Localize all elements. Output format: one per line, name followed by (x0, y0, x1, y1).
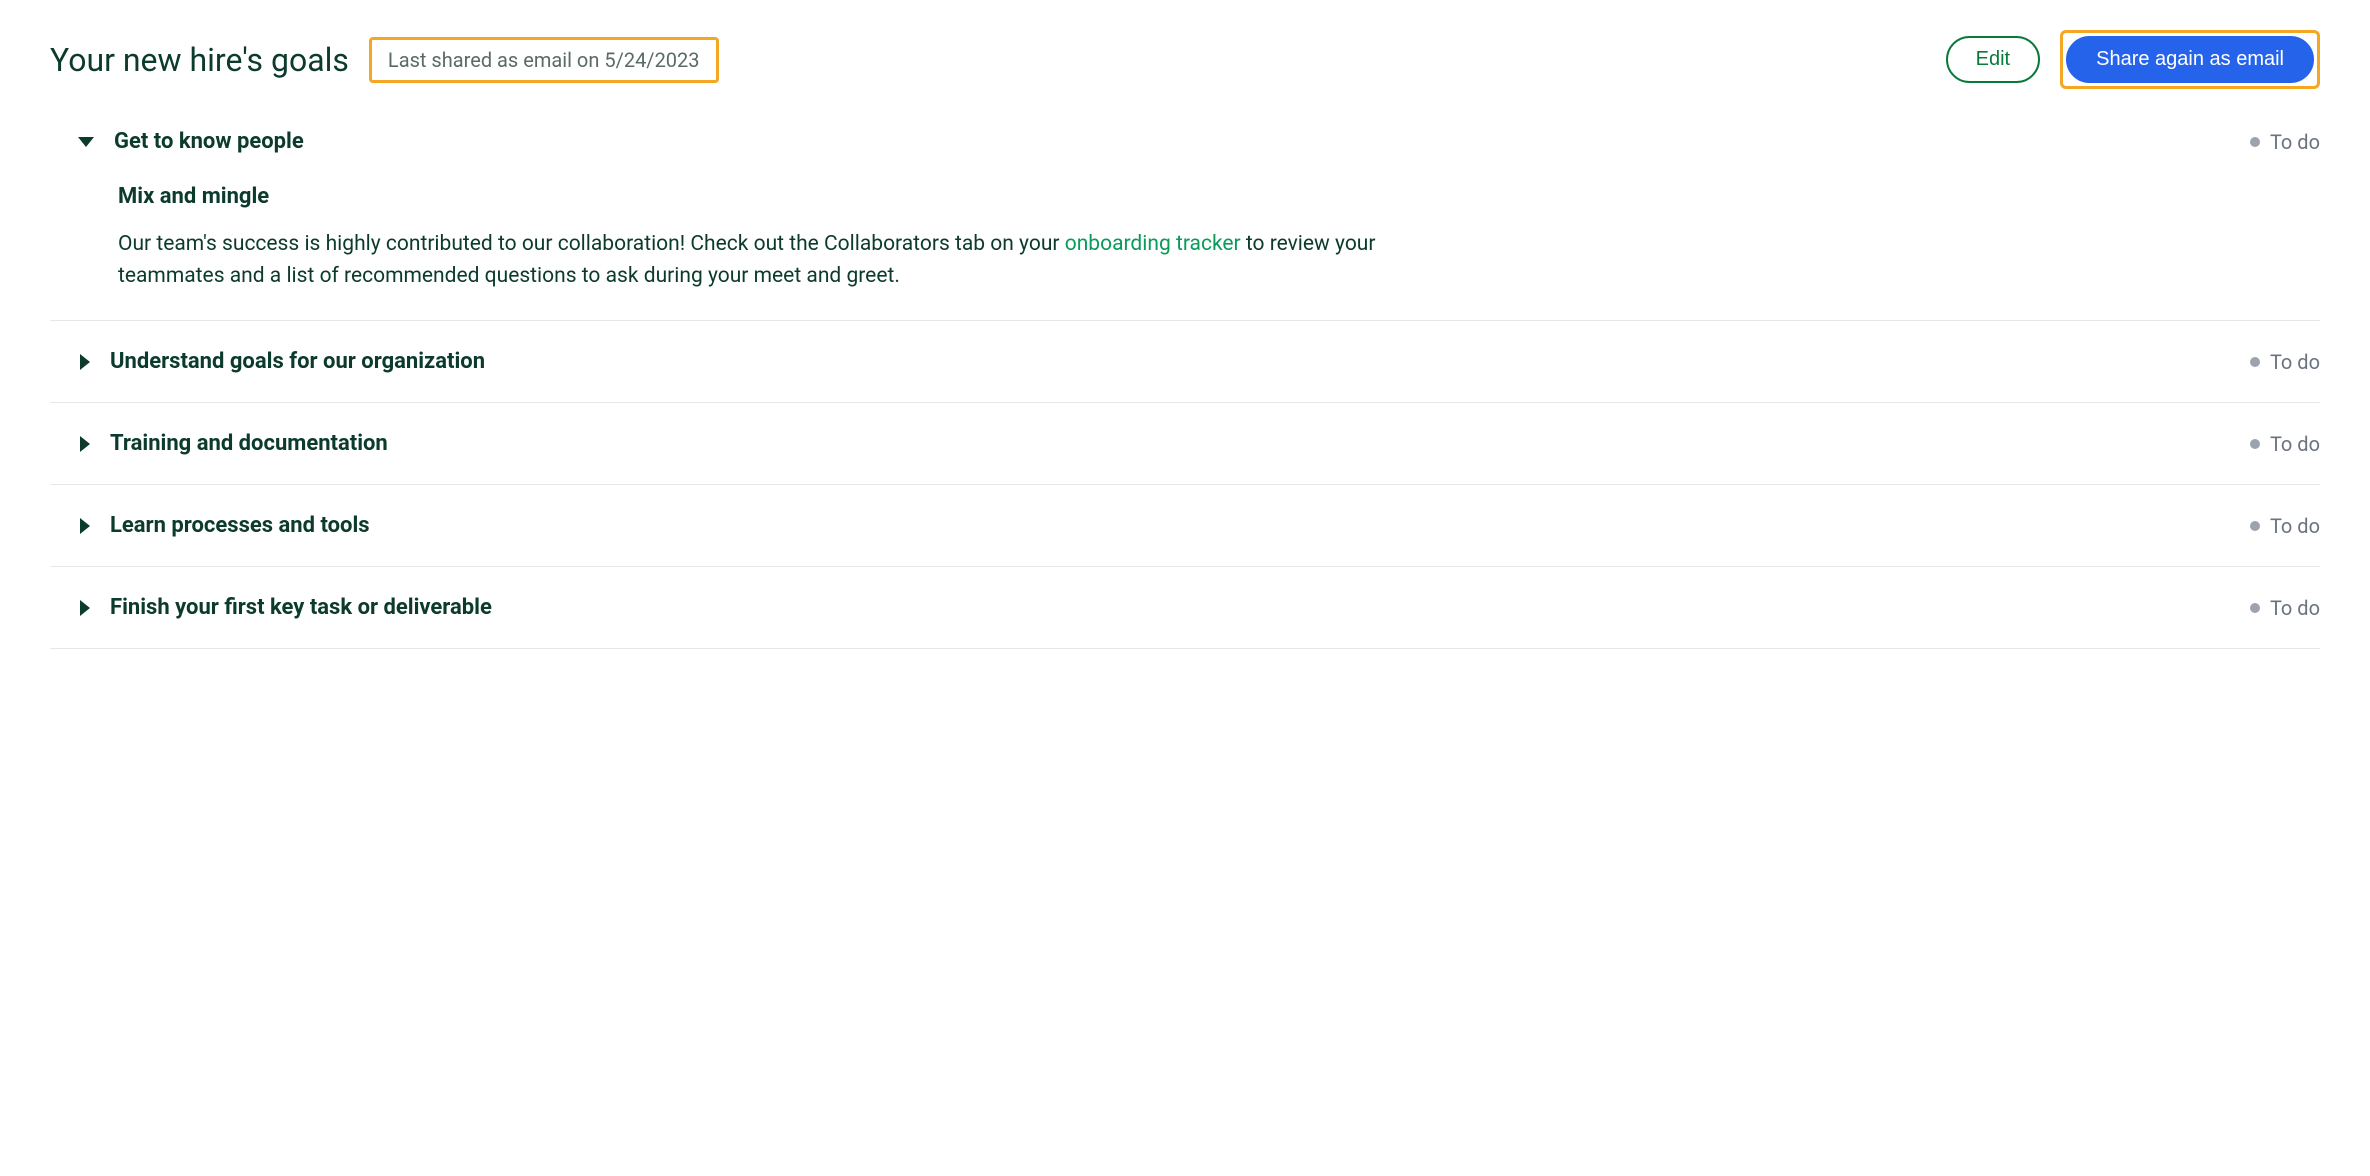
share-button-highlight: Share again as email (2060, 30, 2320, 89)
goal-desc-text: Our team's success is highly contributed… (118, 232, 1065, 256)
page-title: Your new hire's goals (50, 41, 349, 79)
goal-header[interactable]: Understand goals for our organization To… (78, 349, 2320, 374)
goal-title: Get to know people (114, 129, 304, 154)
status-badge: To do (2250, 514, 2320, 538)
goal-item: Learn processes and tools To do (50, 485, 2320, 567)
goal-item: Understand goals for our organization To… (50, 321, 2320, 403)
goal-title: Finish your first key task or deliverabl… (110, 595, 492, 620)
status-dot-icon (2250, 439, 2260, 449)
last-shared-badge: Last shared as email on 5/24/2023 (369, 37, 719, 83)
chevron-right-icon (80, 518, 90, 534)
status-dot-icon (2250, 357, 2260, 367)
goal-header[interactable]: Training and documentation To do (78, 431, 2320, 456)
goal-subtitle: Mix and mingle (118, 184, 2320, 209)
goal-title: Understand goals for our organization (110, 349, 485, 374)
onboarding-tracker-link[interactable]: onboarding tracker (1065, 232, 1241, 256)
status-label: To do (2270, 596, 2320, 620)
edit-button[interactable]: Edit (1946, 36, 2040, 83)
page-header: Your new hire's goals Last shared as ema… (50, 30, 2320, 89)
share-again-button[interactable]: Share again as email (2066, 36, 2314, 83)
goal-item: Get to know people To do Mix and mingle … (50, 129, 2320, 321)
goal-body: Mix and mingle Our team's success is hig… (78, 184, 2320, 292)
status-label: To do (2270, 514, 2320, 538)
status-badge: To do (2250, 596, 2320, 620)
status-label: To do (2270, 432, 2320, 456)
goal-header[interactable]: Finish your first key task or deliverabl… (78, 595, 2320, 620)
goal-header[interactable]: Get to know people To do (78, 129, 2320, 154)
goals-list: Get to know people To do Mix and mingle … (50, 129, 2320, 649)
status-label: To do (2270, 350, 2320, 374)
status-badge: To do (2250, 130, 2320, 154)
status-badge: To do (2250, 350, 2320, 374)
status-badge: To do (2250, 432, 2320, 456)
chevron-right-icon (80, 354, 90, 370)
goal-header[interactable]: Learn processes and tools To do (78, 513, 2320, 538)
status-dot-icon (2250, 603, 2260, 613)
goal-title: Learn processes and tools (110, 513, 370, 538)
goal-item: Training and documentation To do (50, 403, 2320, 485)
status-label: To do (2270, 130, 2320, 154)
chevron-down-icon (78, 137, 94, 147)
status-dot-icon (2250, 137, 2260, 147)
goal-description: Our team's success is highly contributed… (118, 229, 1438, 292)
status-dot-icon (2250, 521, 2260, 531)
chevron-right-icon (80, 436, 90, 452)
chevron-right-icon (80, 600, 90, 616)
goal-title: Training and documentation (110, 431, 388, 456)
goal-item: Finish your first key task or deliverabl… (50, 567, 2320, 649)
